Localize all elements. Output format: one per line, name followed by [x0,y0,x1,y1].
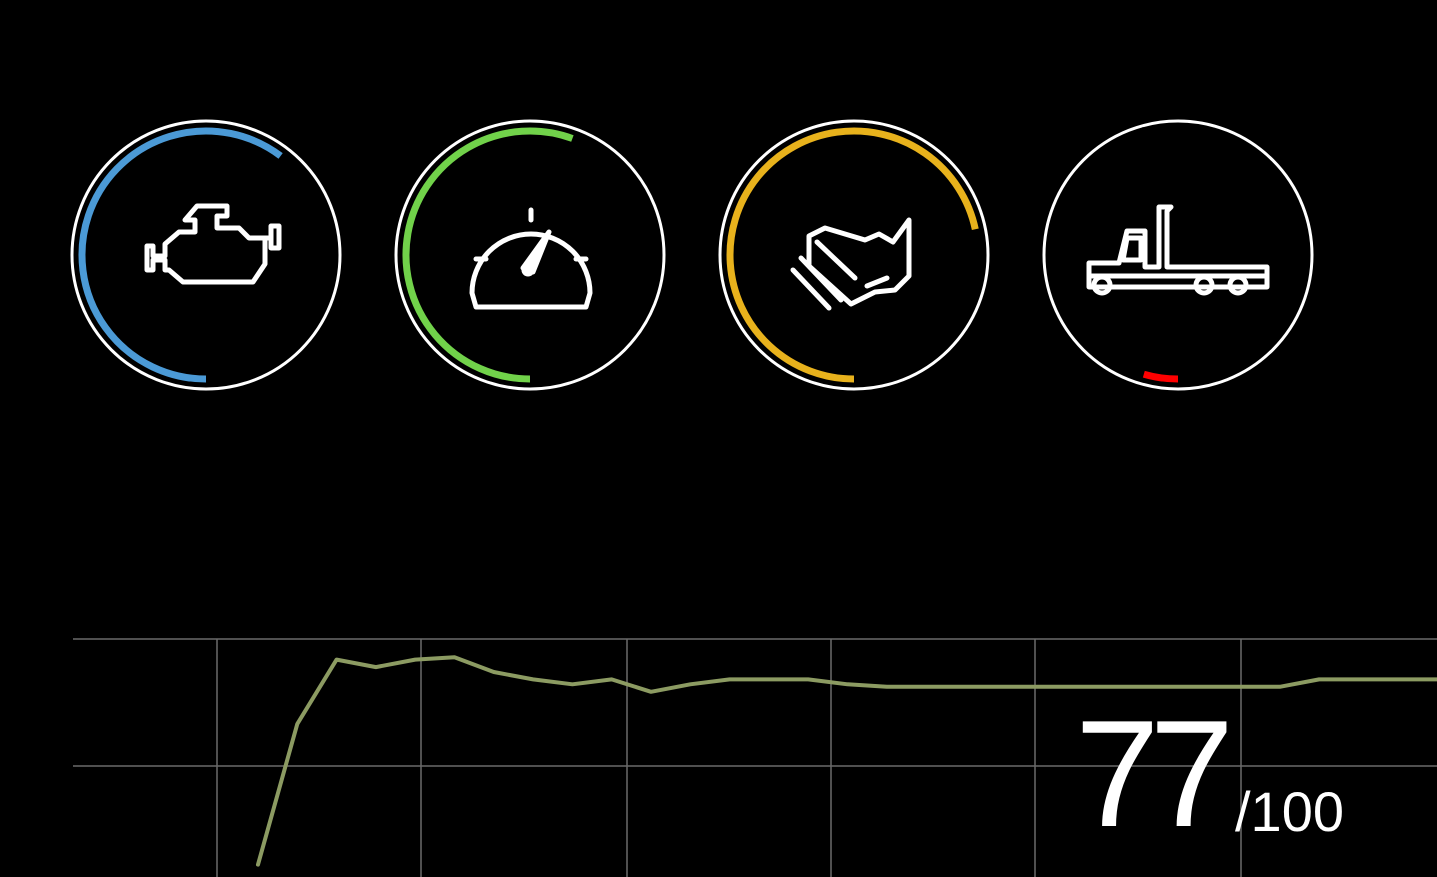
speedometer-icon [469,207,593,310]
score-max: /100 [1235,780,1344,843]
chart-grid [73,638,1437,877]
engine-icon [144,203,282,285]
handling-gauge[interactable] [717,118,991,392]
speed-gauge-arc [402,127,574,383]
truck-gauge-arc [1142,370,1179,383]
handling-gauge-arc [726,127,979,383]
truck-gauge[interactable] [1041,118,1315,392]
truck-icon [1086,204,1270,296]
score-value: 77 [1075,689,1234,859]
speed-gauge[interactable] [393,118,667,392]
engine-gauge-arc [78,127,283,383]
engine-gauge[interactable] [69,118,343,392]
handshake-icon [790,217,912,311]
